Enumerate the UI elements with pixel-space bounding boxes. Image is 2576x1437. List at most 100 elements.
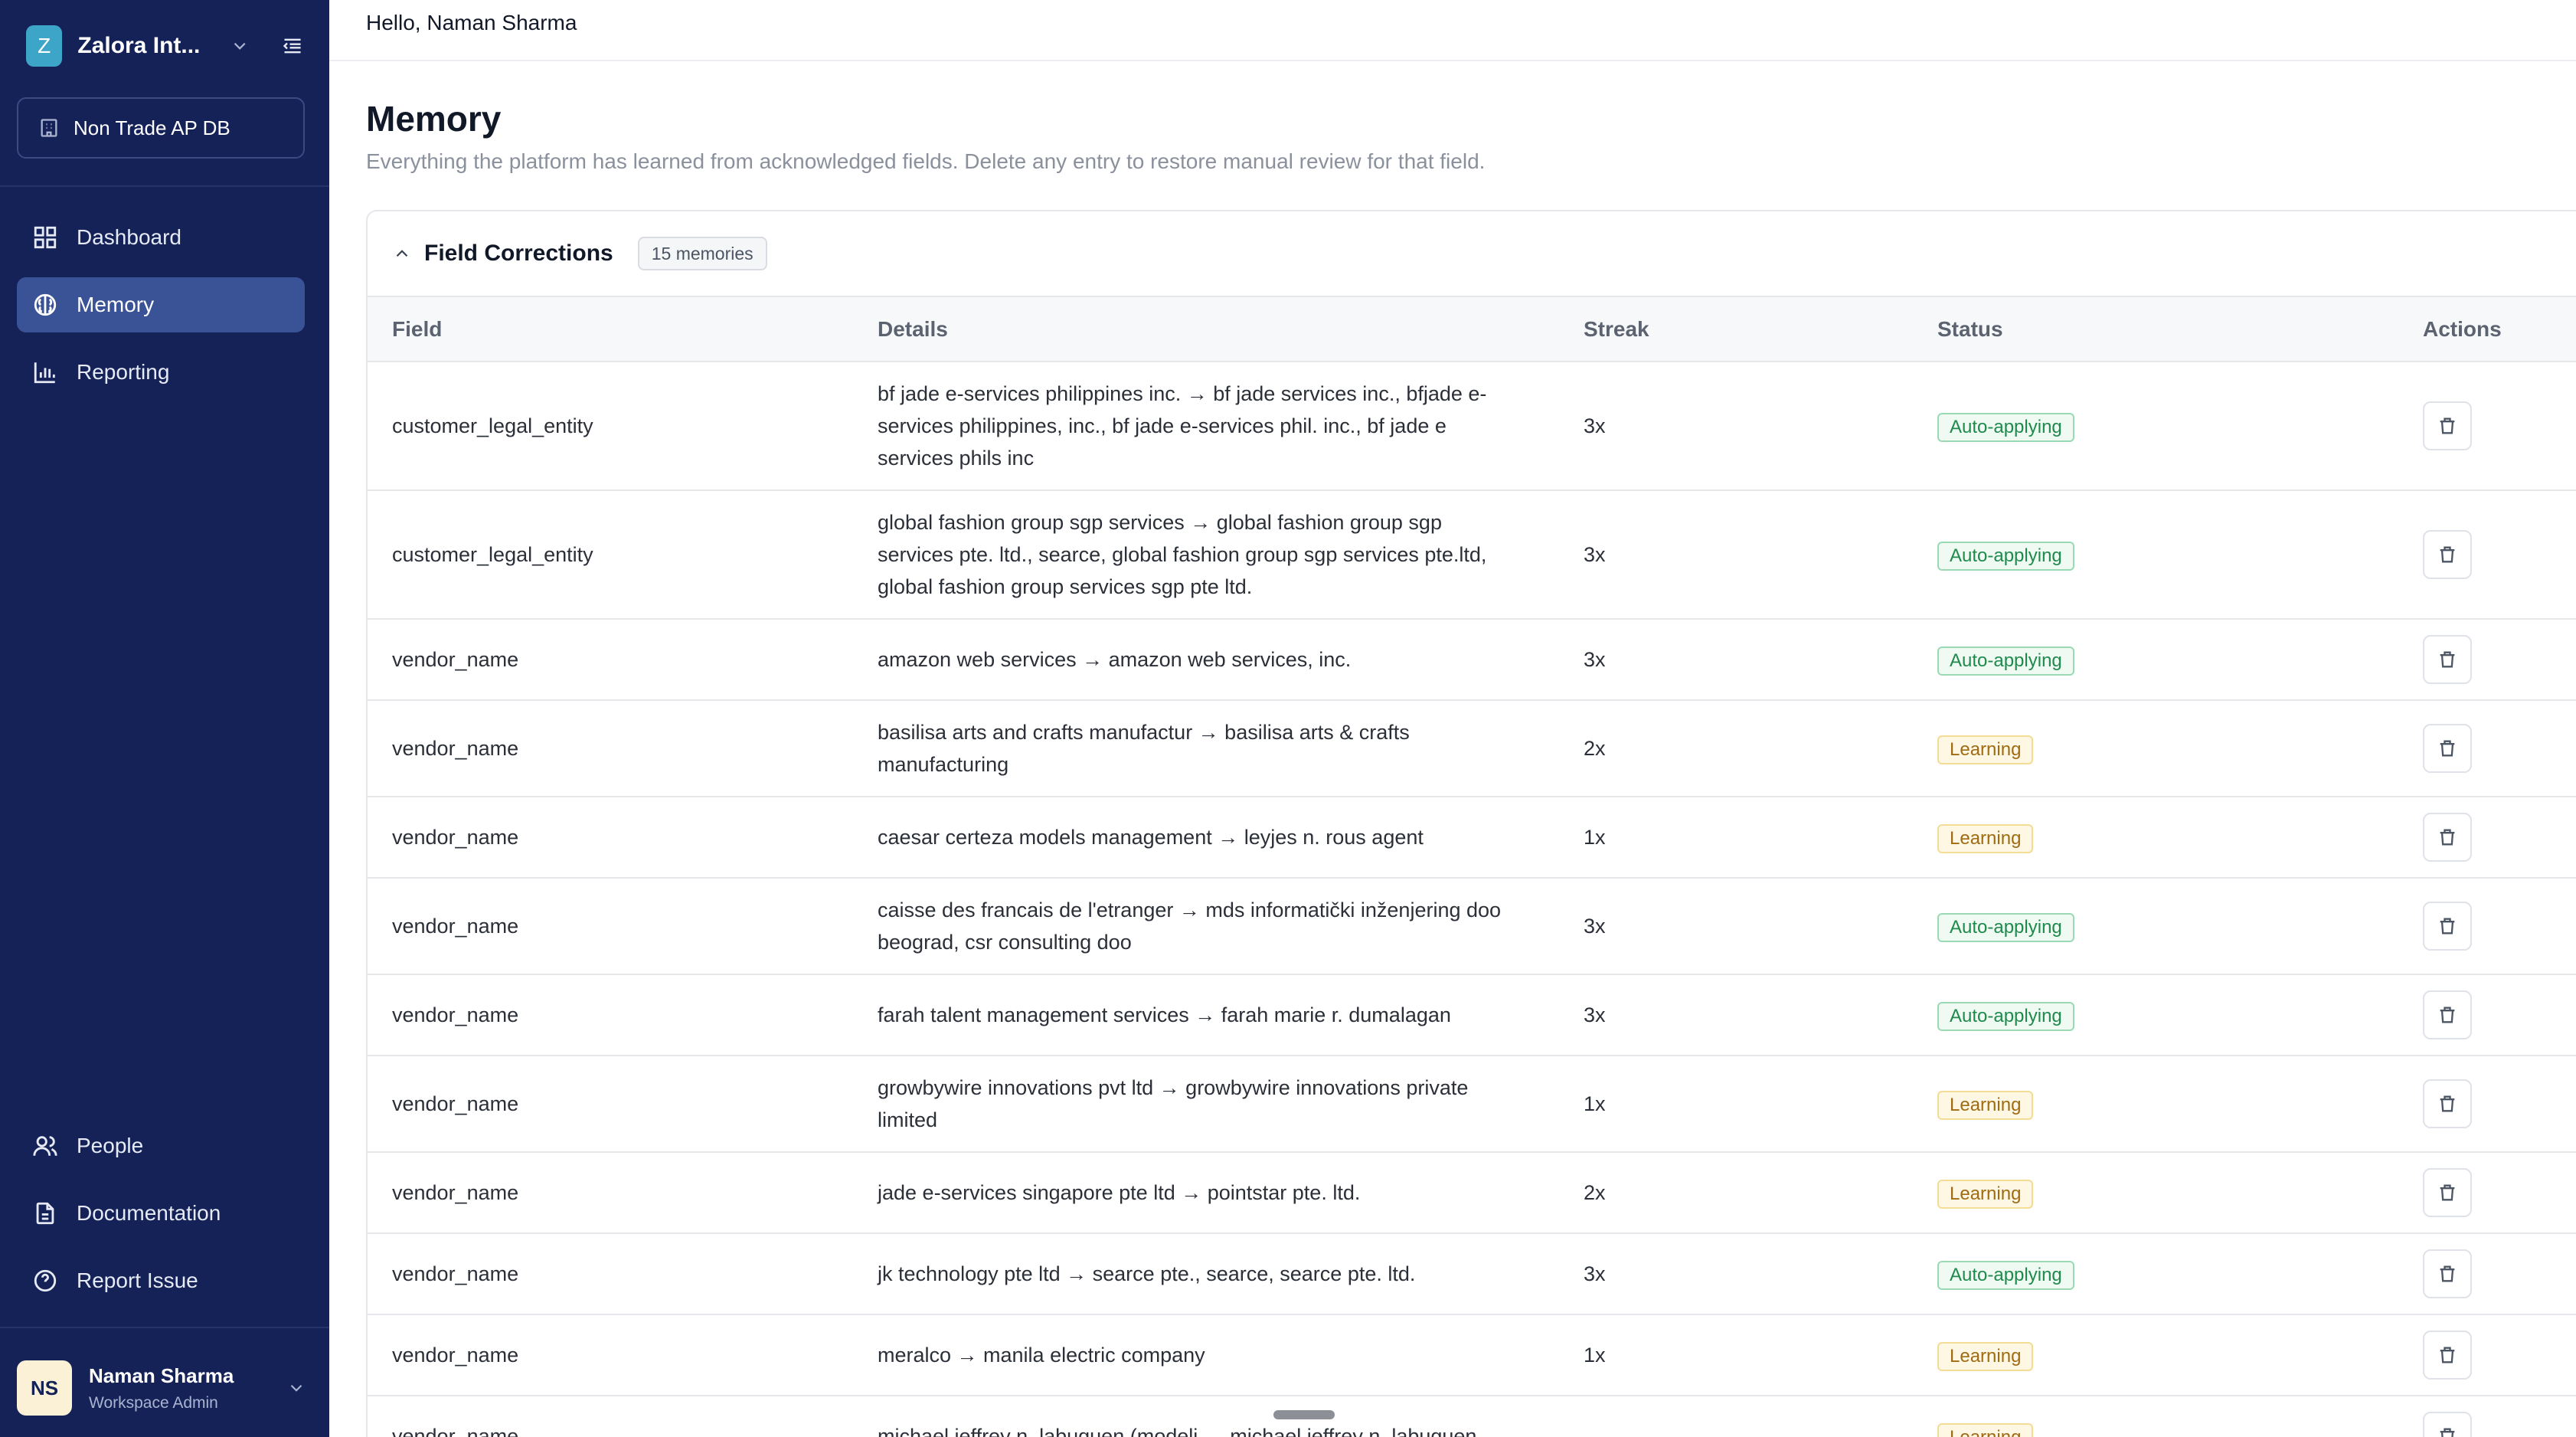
status-cell: Auto-applying: [1913, 362, 2398, 491]
actions-cell: [2398, 797, 2576, 879]
card-header[interactable]: Field Corrections 15 memories: [368, 211, 2576, 297]
field-cell: vendor_name: [368, 878, 853, 975]
trash-icon: [2440, 1095, 2455, 1112]
column-header-field: Field: [368, 297, 853, 362]
status-cell: Auto-applying: [1913, 490, 2398, 620]
delete-button[interactable]: [2423, 1079, 2472, 1128]
sidebar-divider: [0, 185, 329, 187]
field-cell: vendor_name: [368, 974, 853, 1056]
greeting: Hello, Naman Sharma: [366, 11, 577, 34]
trash-icon: [2440, 1428, 2455, 1437]
actions-cell: [2398, 1056, 2576, 1153]
actions-cell: [2398, 619, 2576, 701]
nav-item-report-issue[interactable]: Report Issue: [17, 1253, 305, 1308]
table-row: vendor_name caesar certeza models managem…: [368, 797, 2576, 879]
streak-cell: 3x: [1559, 362, 1913, 491]
status-badge: Auto-applying: [1937, 1002, 2074, 1031]
building-icon: [41, 119, 57, 137]
table-row: vendor_name growbywire innovations pvt lt…: [368, 1056, 2576, 1153]
actions-cell: [2398, 878, 2576, 975]
status-cell: Learning: [1913, 797, 2398, 879]
trash-icon: [2440, 1007, 2455, 1023]
column-header-actions: Actions: [2398, 297, 2576, 362]
delete-button[interactable]: [2423, 1331, 2472, 1380]
nav-item-memory[interactable]: Memory: [17, 277, 305, 332]
details-cell: jade e-services singapore pte ltd → poin…: [853, 1152, 1559, 1234]
status-badge: Learning: [1937, 1423, 2034, 1437]
delete-button[interactable]: [2423, 990, 2472, 1039]
delete-button[interactable]: [2423, 1168, 2472, 1217]
table-row: vendor_name michael jeffrey n. labuguen (…: [368, 1396, 2576, 1437]
column-header-details: Details: [853, 297, 1559, 362]
actions-cell: [2398, 1314, 2576, 1396]
delete-button[interactable]: [2423, 902, 2472, 951]
sidebar-divider: [0, 1327, 329, 1328]
org-name: Zalora Int...: [77, 33, 201, 58]
nav-item-dashboard[interactable]: Dashboard: [17, 210, 305, 265]
database-selector[interactable]: Non Trade AP DB: [17, 97, 305, 159]
delete-button[interactable]: [2423, 1249, 2472, 1298]
nav-item-reporting[interactable]: Reporting: [17, 345, 305, 400]
details-cell: bf jade e-services philippines inc. → bf…: [853, 362, 1559, 491]
nav-label: Report Issue: [77, 1268, 198, 1292]
chevron-down-icon[interactable]: [286, 1378, 306, 1398]
people-icon: [33, 1136, 57, 1156]
streak-cell: 3x: [1559, 974, 1913, 1056]
status-badge: Learning: [1937, 735, 2034, 764]
field-cell: vendor_name: [368, 1152, 853, 1234]
streak-cell: 3x: [1559, 1233, 1913, 1315]
actions-cell: [2398, 700, 2576, 797]
user-role: Workspace Admin: [89, 1393, 218, 1412]
trash-icon: [2440, 651, 2455, 668]
org-switcher[interactable]: Z Zalora Int...: [26, 25, 303, 67]
delete-button[interactable]: [2423, 401, 2472, 450]
details-cell: growbywire innovations pvt ltd → growbyw…: [853, 1056, 1559, 1153]
help-circle-icon: [34, 1269, 57, 1292]
status-badge: Auto-applying: [1937, 646, 2074, 676]
delete-button[interactable]: [2423, 635, 2472, 684]
primary-nav: Dashboard Memory Reporting: [17, 210, 305, 412]
nav-item-people[interactable]: People: [17, 1118, 305, 1173]
field-cell: vendor_name: [368, 797, 853, 879]
status-badge: Auto-applying: [1937, 1261, 2074, 1290]
chevron-up-icon[interactable]: [392, 244, 412, 264]
field-cell: customer_legal_entity: [368, 362, 853, 491]
delete-button[interactable]: [2423, 724, 2472, 773]
nav-item-documentation[interactable]: Documentation: [17, 1186, 305, 1241]
column-header-streak: Streak: [1559, 297, 1913, 362]
secondary-nav: People Documentation Report Issue: [17, 1118, 305, 1321]
delete-button[interactable]: [2423, 813, 2472, 862]
delete-button[interactable]: [2423, 530, 2472, 579]
details-cell: caesar certeza models management → leyje…: [853, 797, 1559, 879]
grid-icon: [34, 226, 57, 249]
table-row: vendor_name jk technology pte ltd → searc…: [368, 1233, 2576, 1315]
table-row: vendor_name jade e-services singapore pte…: [368, 1152, 2576, 1234]
actions-cell: [2398, 490, 2576, 620]
collapse-sidebar-icon[interactable]: [282, 34, 303, 58]
table-body: customer_legal_entity bf jade e-services …: [368, 362, 2576, 1437]
nav-label: Documentation: [77, 1201, 221, 1225]
actions-cell: [2398, 1396, 2576, 1437]
streak-cell: 2x: [1559, 1152, 1913, 1234]
bar-chart-icon: [34, 362, 55, 384]
trash-icon: [2440, 829, 2455, 846]
delete-button[interactable]: [2423, 1412, 2472, 1437]
status-cell: Auto-applying: [1913, 1233, 2398, 1315]
chevron-down-icon[interactable]: [230, 34, 250, 57]
brain-icon: [34, 293, 57, 316]
streak-cell: 3x: [1559, 490, 1913, 620]
table-row: vendor_name meralco → manila electric com…: [368, 1314, 2576, 1396]
nav-label: Memory: [77, 293, 155, 316]
field-cell: vendor_name: [368, 1056, 853, 1153]
corrections-table: Field Details Streak Status Actions cust…: [368, 297, 2576, 1437]
user-menu[interactable]: NS Naman Sharma Workspace Admin: [17, 1357, 312, 1419]
status-badge: Auto-applying: [1937, 542, 2074, 571]
details-cell: farah talent management services → farah…: [853, 974, 1559, 1056]
field-cell: vendor_name: [368, 619, 853, 701]
details-cell: caisse des francais de l'etranger → mds …: [853, 878, 1559, 975]
actions-cell: [2398, 974, 2576, 1056]
streak-cell: 3x: [1559, 878, 1913, 975]
actions-cell: [2398, 362, 2576, 491]
scrollbar-thumb[interactable]: [1273, 1410, 1335, 1419]
status-cell: Auto-applying: [1913, 619, 2398, 701]
